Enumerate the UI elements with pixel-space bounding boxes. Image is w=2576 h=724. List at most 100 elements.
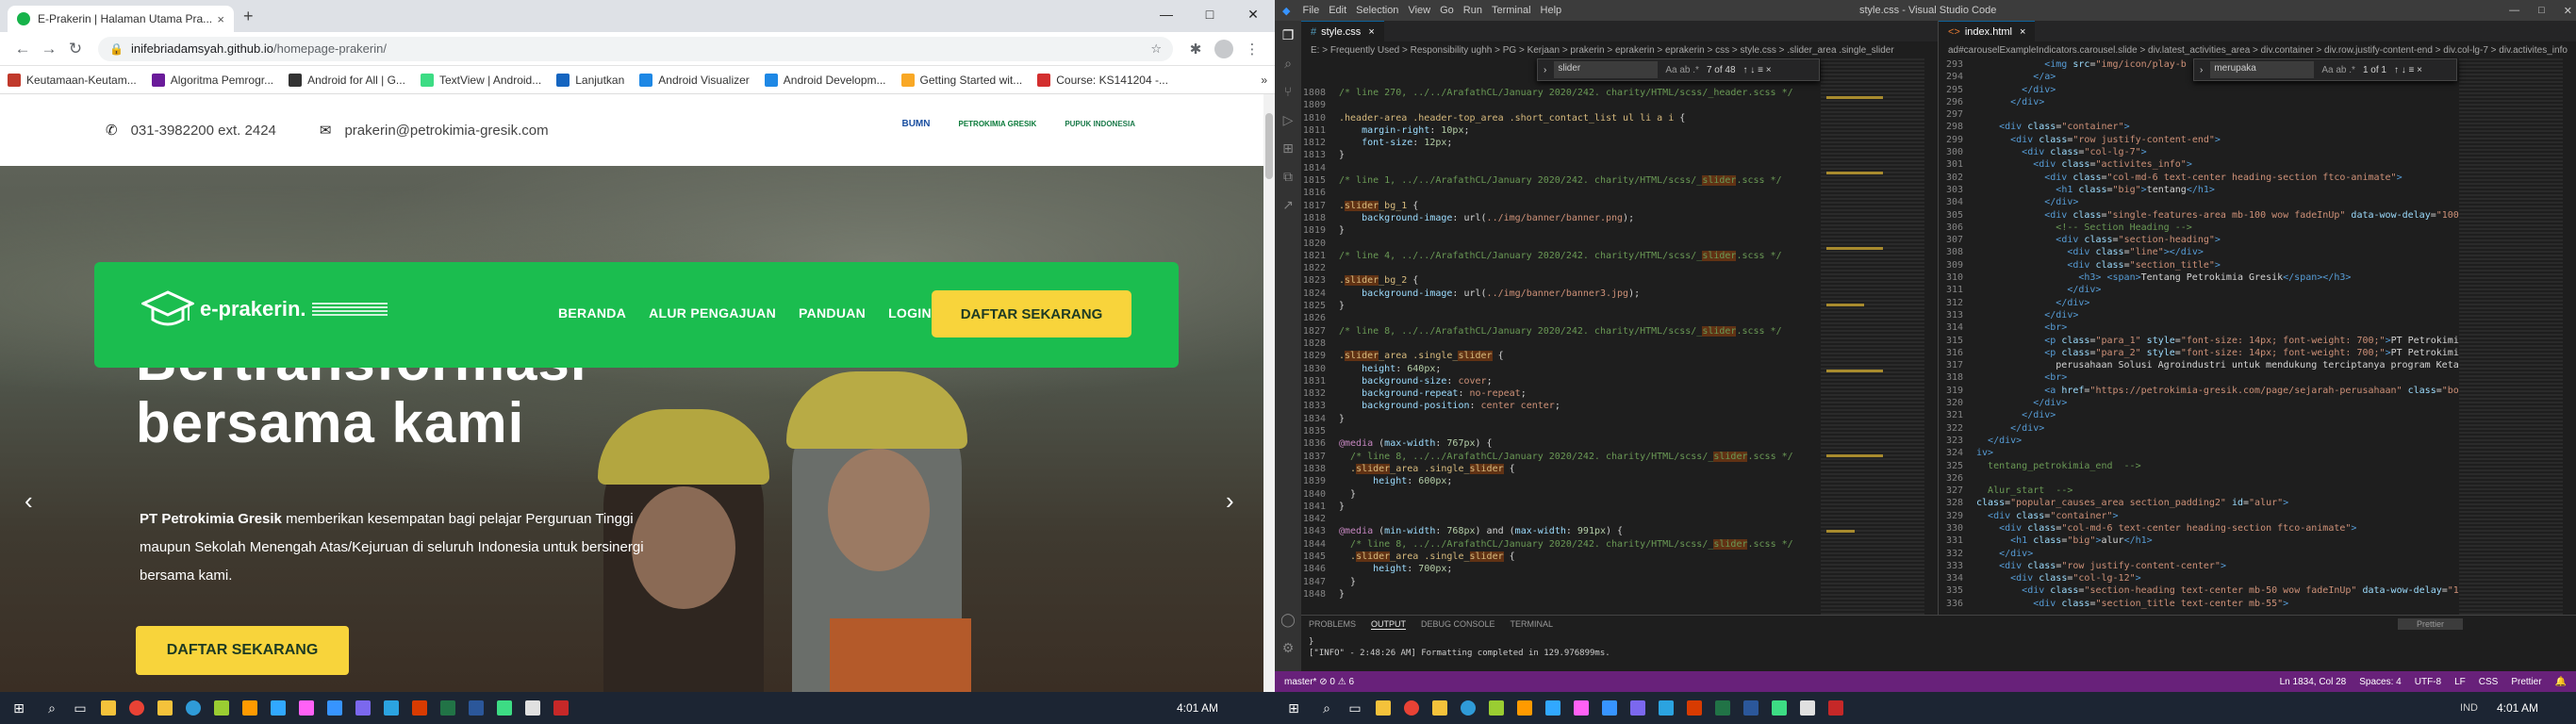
chrome-icon[interactable] <box>123 692 151 724</box>
minimize-button[interactable]: — <box>1145 0 1188 28</box>
bell-icon[interactable]: 🔔 <box>2555 677 2567 687</box>
app-icon[interactable] <box>1765 692 1793 724</box>
panel-tab-debug-console[interactable]: DEBUG CONSOLE <box>1421 619 1495 629</box>
menu-terminal[interactable]: Terminal <box>1492 5 1531 16</box>
prev-slide-arrow[interactable]: ‹ <box>25 486 33 516</box>
panel-tab-problems[interactable]: PROBLEMS <box>1309 619 1356 629</box>
extensions-icon[interactable]: ✱ <box>1182 41 1209 58</box>
start-windows-icon[interactable]: ⊞ <box>0 692 38 724</box>
app-icon[interactable] <box>1793 692 1822 724</box>
app-icon[interactable] <box>349 692 377 724</box>
app-icon[interactable] <box>405 692 434 724</box>
edge-icon[interactable] <box>1454 692 1482 724</box>
run-debug-icon[interactable]: ▷ <box>1275 106 1301 134</box>
inkscape-icon[interactable] <box>207 692 236 724</box>
word-icon[interactable] <box>462 692 490 724</box>
bookmark-item[interactable]: Android Visualizer <box>639 73 750 87</box>
menu-run[interactable]: Run <box>1463 5 1482 16</box>
app-icon[interactable] <box>519 692 547 724</box>
maximize-button[interactable]: □ <box>1188 0 1231 28</box>
bookmark-item[interactable]: Algoritma Pemrogr... <box>151 73 273 87</box>
close-window-button[interactable]: ✕ <box>1231 0 1275 28</box>
menu-icon[interactable]: ⋮ <box>1239 41 1265 58</box>
app-icon[interactable] <box>547 692 575 724</box>
status-prettier[interactable]: Prettier <box>2511 677 2541 687</box>
nav-item-login[interactable]: LOGIN <box>888 305 932 321</box>
find-input-left[interactable]: slider <box>1554 61 1659 78</box>
vs-minimize-button[interactable]: — <box>2509 5 2519 17</box>
status-eol[interactable]: LF <box>2454 677 2466 687</box>
taskbar-search-icon[interactable]: ⌕ <box>38 692 66 724</box>
bookmark-item[interactable]: Keutamaan-Keutam... <box>8 73 137 87</box>
breadcrumb-right[interactable]: ad#carouselExampleIndicators.carousel.sl… <box>1939 41 2576 58</box>
app-icon[interactable] <box>1822 692 1850 724</box>
bookmark-item[interactable]: Lanjutkan <box>556 73 624 87</box>
taskbar-clock[interactable]: 4:01 AM <box>2497 701 2538 715</box>
photoshop-icon[interactable] <box>264 692 292 724</box>
menu-file[interactable]: File <box>1302 5 1319 16</box>
illustrator-icon[interactable] <box>236 692 264 724</box>
nav-item-alur-pengajuan[interactable]: ALUR PENGAJUAN <box>649 305 776 321</box>
app-icon[interactable] <box>1652 692 1680 724</box>
tab-close-icon[interactable]: × <box>217 12 224 26</box>
xd-icon[interactable] <box>292 692 321 724</box>
browser-tab[interactable]: E-Prakerin | Halaman Utama Pra... × <box>8 6 234 32</box>
photoshop-icon[interactable] <box>1539 692 1567 724</box>
language-indicator[interactable]: IND <box>2460 702 2478 714</box>
excel-icon[interactable] <box>1709 692 1737 724</box>
nav-item-panduan[interactable]: PANDUAN <box>799 305 866 321</box>
app-icon[interactable] <box>1680 692 1709 724</box>
panel-tab-output[interactable]: OUTPUT <box>1371 619 1407 630</box>
star-icon[interactable]: ☆ <box>1150 41 1162 57</box>
bookmark-item[interactable]: Android for All | G... <box>289 73 405 87</box>
menu-view[interactable]: View <box>1408 5 1430 16</box>
bookmark-item[interactable]: Android Developm... <box>764 73 886 87</box>
taskbar-clock[interactable]: 4:01 AM <box>1177 701 1218 715</box>
file-explorer-icon[interactable] <box>94 692 123 724</box>
avatar[interactable] <box>1214 39 1233 58</box>
status-language[interactable]: CSS <box>2479 677 2499 687</box>
accounts-icon[interactable]: ◯ <box>1275 605 1301 634</box>
vscode-taskbar-icon[interactable] <box>321 692 349 724</box>
word-icon[interactable] <box>1737 692 1765 724</box>
source-control-icon[interactable]: ⑂ <box>1275 77 1301 106</box>
find-input-right[interactable]: merupaka <box>2210 61 2315 78</box>
vs-maximize-button[interactable]: □ <box>2538 5 2545 17</box>
menu-edit[interactable]: Edit <box>1329 5 1346 16</box>
minimap-left[interactable] <box>1821 58 1924 615</box>
store-icon[interactable] <box>151 692 179 724</box>
extensions-icon[interactable]: ⊞ <box>1275 134 1301 162</box>
output-channel-select[interactable]: Prettier <box>2397 618 2463 630</box>
app-icon[interactable] <box>490 692 519 724</box>
illustrator-icon[interactable] <box>1511 692 1539 724</box>
bookmark-item[interactable]: Getting Started wit... <box>900 73 1022 87</box>
bookmark-item[interactable]: TextView | Android... <box>420 73 541 87</box>
panel-tab-terminal[interactable]: TERMINAL <box>1511 619 1554 629</box>
brand-logo[interactable]: e-prakerin. <box>141 287 388 332</box>
menu-selection[interactable]: Selection <box>1356 5 1398 16</box>
status-encoding[interactable]: UTF-8 <box>2415 677 2441 687</box>
bookmarks-overflow-button[interactable]: » <box>1261 74 1267 87</box>
nav-item-beranda[interactable]: BERANDA <box>558 305 626 321</box>
address-bar[interactable]: 🔒 inifebriadamsyah.github.io /homepage-p… <box>98 36 1173 61</box>
remote-icon[interactable]: ⧉ <box>1275 162 1301 190</box>
live-share-icon[interactable]: ↗ <box>1275 190 1301 219</box>
status-spaces[interactable]: Spaces: 4 <box>2359 677 2401 687</box>
daftar-sekarang-button[interactable]: DAFTAR SEKARANG <box>932 290 1131 337</box>
start-windows-icon[interactable]: ⊞ <box>1275 692 1313 724</box>
tab-style-css[interactable]: # style.css × <box>1301 21 1384 41</box>
search-icon[interactable]: ⌕ <box>1275 49 1301 77</box>
file-explorer-icon[interactable] <box>1369 692 1397 724</box>
back-button[interactable]: ← <box>9 40 36 58</box>
settings-gear-icon[interactable]: ⚙ <box>1275 634 1301 662</box>
taskbar-search-icon[interactable]: ⌕ <box>1313 692 1341 724</box>
bookmark-item[interactable]: Course: KS141204 -... <box>1037 73 1168 87</box>
hero-daftar-button[interactable]: DAFTAR SEKARANG <box>136 626 349 675</box>
forward-button[interactable]: → <box>36 40 62 58</box>
breadcrumb-left[interactable]: E: > Frequently Used > Responsibility ug… <box>1301 41 1938 58</box>
task-view-icon[interactable]: ▭ <box>1341 692 1369 724</box>
new-tab-button[interactable]: + <box>243 7 254 26</box>
reload-button[interactable]: ↻ <box>62 40 89 58</box>
edge-icon[interactable] <box>179 692 207 724</box>
next-slide-arrow[interactable]: › <box>1226 486 1234 516</box>
